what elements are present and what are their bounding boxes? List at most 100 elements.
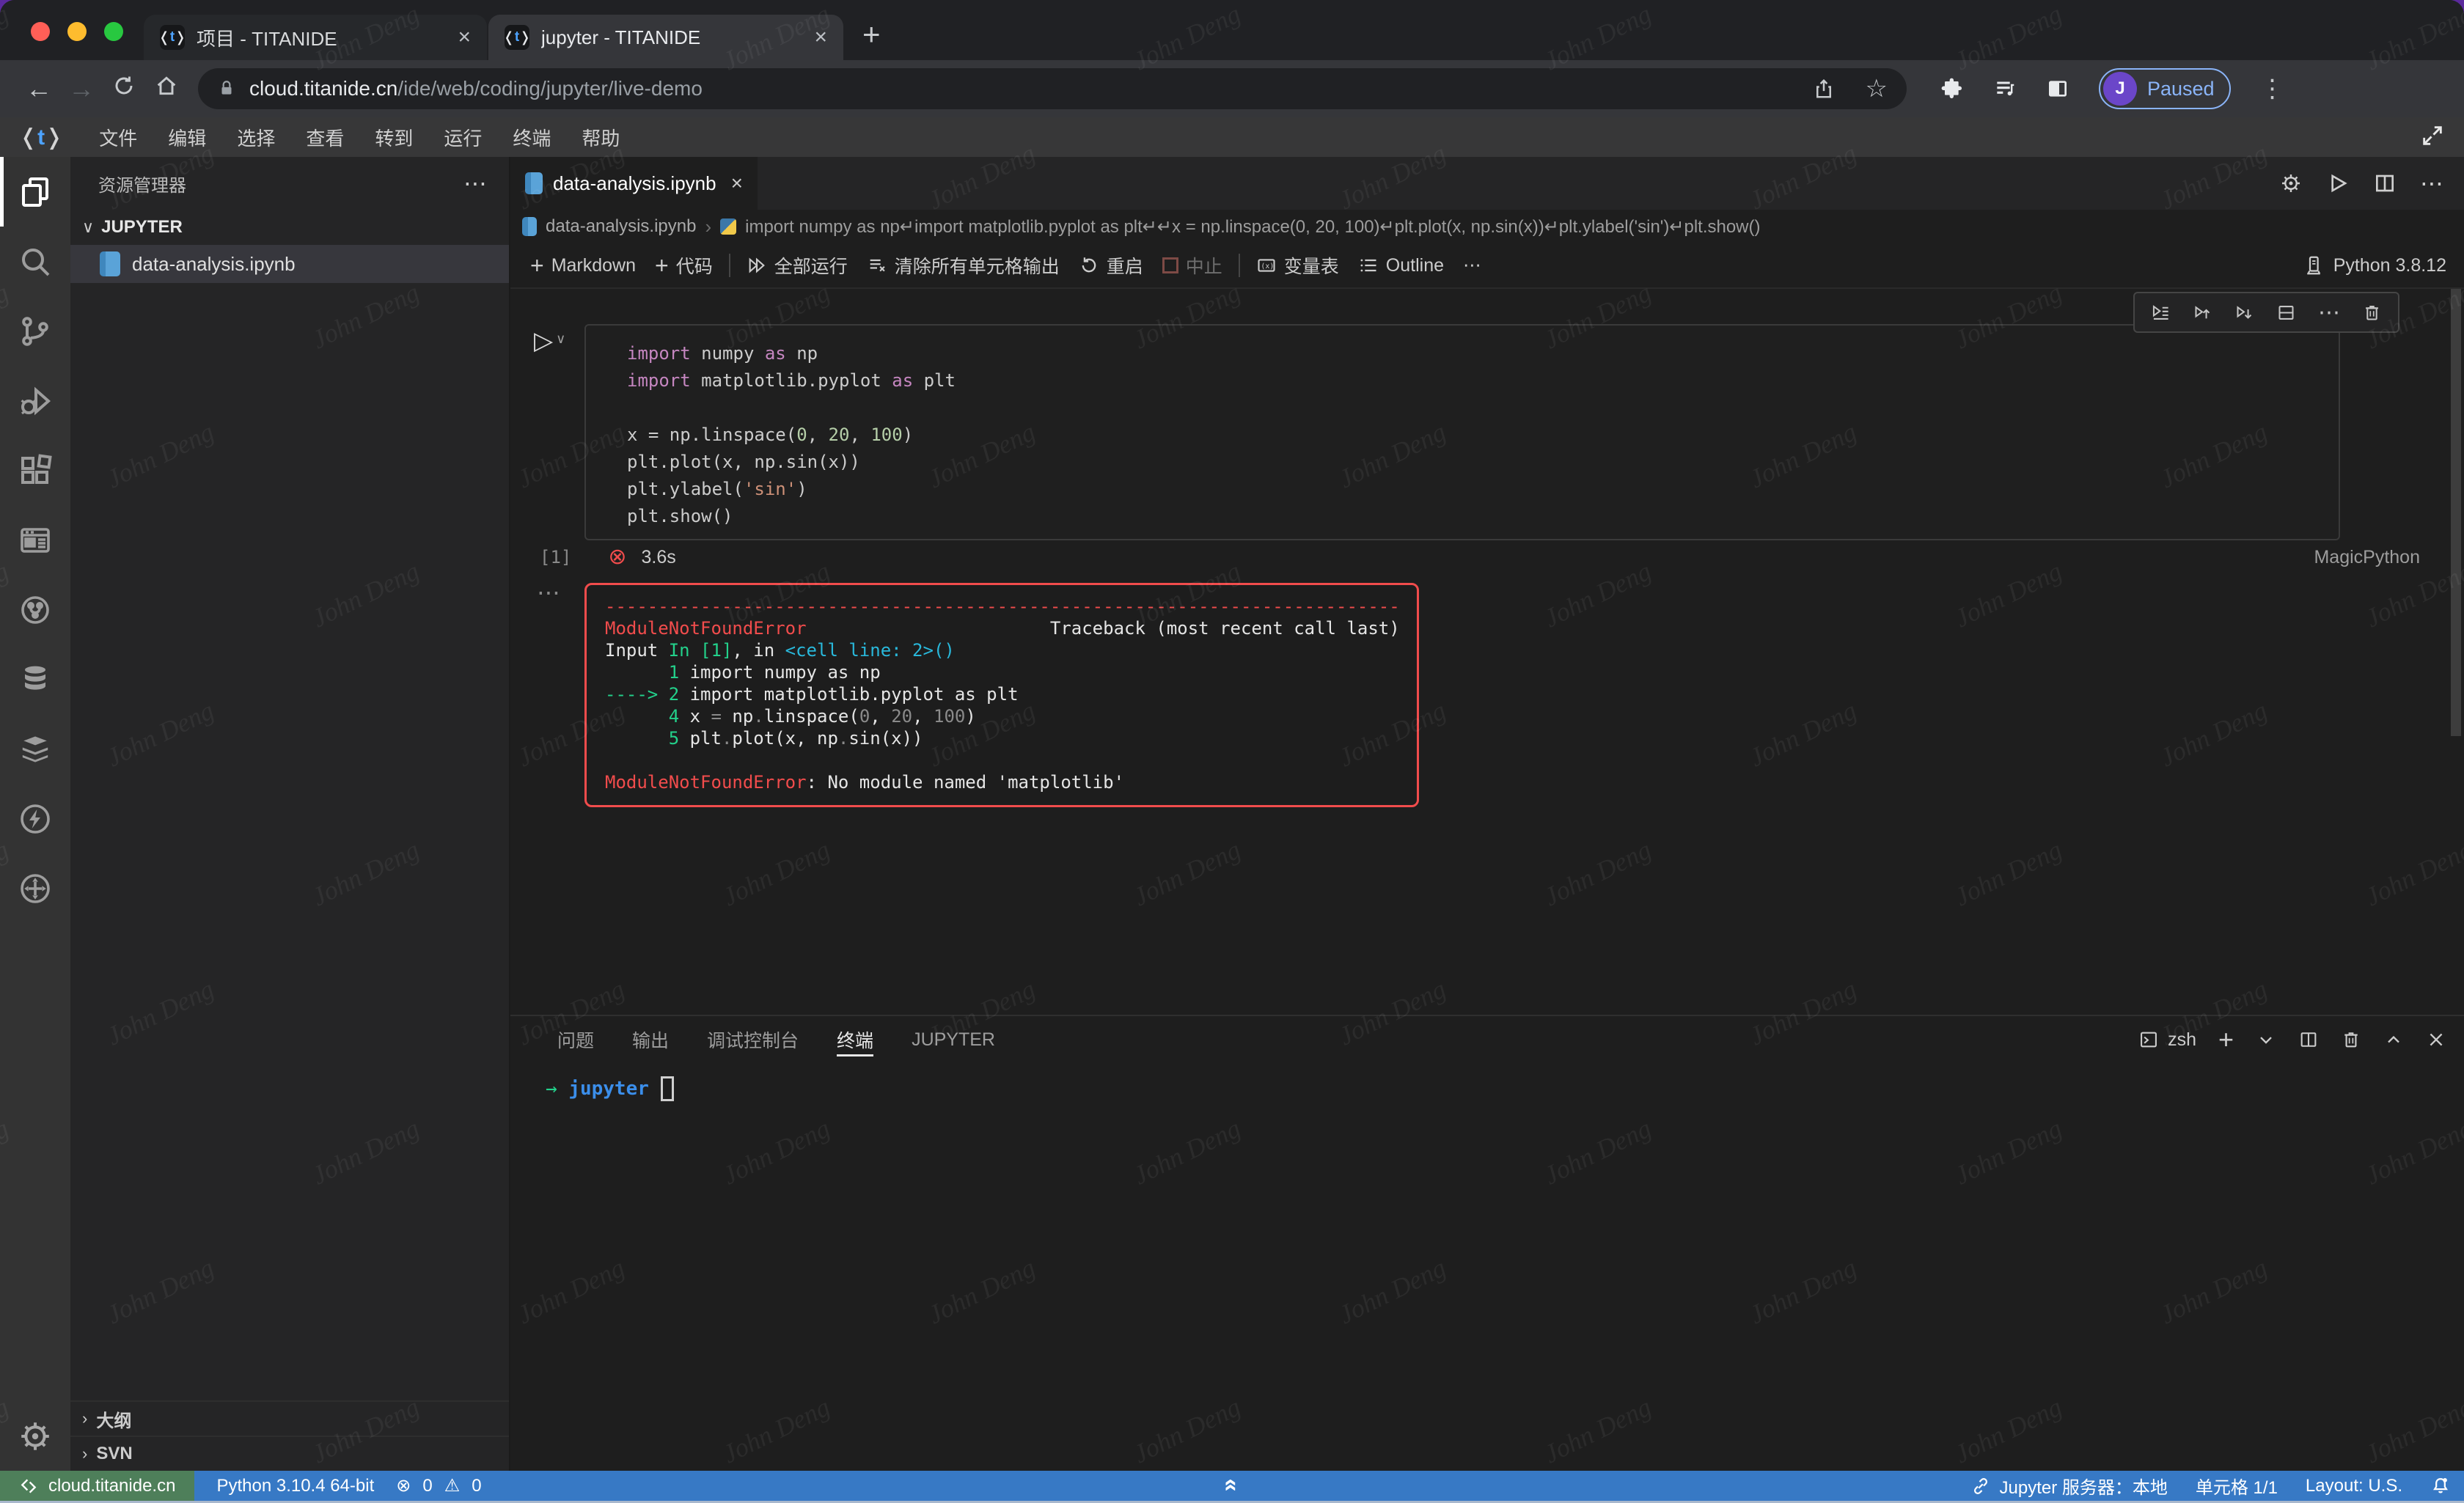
sidebar-section-jupyter[interactable]: ∨ JUPYTER: [70, 210, 509, 245]
close-panel-icon[interactable]: [2426, 1029, 2446, 1050]
manage-gear-icon[interactable]: [0, 1401, 70, 1471]
bookmark-star-icon[interactable]: ☆: [1866, 76, 1888, 101]
menu-view[interactable]: 查看: [290, 124, 359, 151]
close-window-button[interactable]: [31, 22, 50, 41]
browser-menu-icon[interactable]: ⋮: [2260, 74, 2285, 103]
reading-list-icon[interactable]: [1993, 77, 2017, 100]
sidebar-section-outline[interactable]: › 大纲: [70, 1400, 509, 1436]
terminal-shell-chip[interactable]: zsh: [2138, 1029, 2196, 1051]
maximize-panel-chevron-icon[interactable]: [2383, 1029, 2404, 1050]
browser-tab-project[interactable]: ❬t❭ 项目 - TITANIDE ×: [144, 15, 487, 60]
notebook-settings-gear-icon[interactable]: [2279, 172, 2303, 195]
back-icon[interactable]: ←: [18, 73, 60, 104]
interrupt-button[interactable]: 中止: [1153, 252, 1232, 279]
terminal-dropdown-chevron-icon[interactable]: [2256, 1029, 2276, 1050]
menu-terminal[interactable]: 终端: [497, 124, 566, 151]
close-tab-icon[interactable]: ×: [458, 25, 471, 50]
activitybar-git-graph-icon[interactable]: [0, 575, 70, 644]
traceback-line: [605, 749, 1417, 771]
breadcrumb-code-preview[interactable]: import numpy as np↵import matplotlib.pyp…: [745, 216, 1760, 238]
activitybar-explorer-icon[interactable]: [0, 157, 70, 227]
sidebar-section-svn[interactable]: › SVN: [70, 1436, 509, 1471]
activitybar-search-icon[interactable]: [0, 227, 70, 296]
menu-help[interactable]: 帮助: [566, 124, 635, 151]
close-editor-tab-icon[interactable]: ×: [731, 172, 743, 195]
token: .: [722, 728, 732, 749]
remote-indicator[interactable]: cloud.titanide.cn: [0, 1471, 194, 1501]
cell-indicator-item[interactable]: 单元格 1/1: [2196, 1473, 2278, 1499]
execute-cell-and-below-icon[interactable]: [2151, 303, 2171, 323]
address-bar[interactable]: cloud.titanide.cn/ide/web/coding/jupyter…: [198, 68, 1907, 109]
editor-tab-data-analysis[interactable]: data-analysis.ipynb ×: [510, 157, 758, 210]
menu-selection[interactable]: 选择: [221, 124, 290, 151]
problems-item[interactable]: ⊗0 ⚠0: [396, 1475, 485, 1496]
execute-below-icon[interactable]: [2234, 303, 2254, 323]
home-icon[interactable]: [145, 73, 188, 104]
side-panel-toggle-icon[interactable]: [2046, 77, 2069, 100]
sidebar-more-icon[interactable]: ⋯: [463, 169, 487, 197]
extensions-puzzle-icon[interactable]: [1940, 77, 1964, 100]
fold-double-chevron-up-icon[interactable]: «: [1219, 1479, 1246, 1492]
outline-button[interactable]: Outline: [1349, 255, 1453, 276]
add-markdown-button[interactable]: + Markdown: [521, 254, 645, 277]
reload-icon[interactable]: [103, 73, 145, 104]
breadcrumb-file[interactable]: data-analysis.ipynb: [546, 216, 696, 237]
close-tab-icon[interactable]: ×: [814, 25, 827, 50]
jupyter-server-item[interactable]: Jupyter 服务器：本地: [1970, 1473, 2168, 1499]
split-cell-icon[interactable]: [2276, 303, 2296, 323]
split-editor-icon[interactable]: [2373, 172, 2397, 195]
panel-tab-debug-console[interactable]: 调试控制台: [707, 1016, 799, 1063]
panel-tab-problems[interactable]: 问题: [557, 1016, 594, 1063]
run-all-play-icon[interactable]: [2326, 172, 2350, 195]
run-cell-button[interactable]: ▷ ∨: [534, 328, 584, 353]
kill-terminal-trash-icon[interactable]: [2341, 1029, 2361, 1050]
fullscreen-icon[interactable]: [2420, 123, 2445, 152]
clear-outputs-button[interactable]: 清除所有单元格输出: [857, 252, 1069, 279]
editor-scrollbar[interactable]: [2451, 289, 2461, 736]
activitybar-redis-icon[interactable]: [0, 714, 70, 784]
panel-tab-output[interactable]: 输出: [632, 1016, 669, 1063]
activitybar-source-control-icon[interactable]: [0, 296, 70, 366]
new-terminal-icon[interactable]: +: [2218, 1026, 2234, 1053]
forward-icon[interactable]: →: [60, 73, 103, 104]
notifications-bell-icon[interactable]: [2430, 1476, 2451, 1496]
cell-language-indicator[interactable]: MagicPython: [2314, 547, 2420, 568]
menu-run[interactable]: 运行: [428, 124, 497, 151]
layout-item[interactable]: Layout: U.S.: [2306, 1476, 2402, 1496]
activitybar-extensions-icon[interactable]: [0, 436, 70, 505]
minimize-window-button[interactable]: [67, 22, 87, 41]
token: 20: [891, 706, 912, 727]
panel-tab-terminal[interactable]: 终端: [837, 1016, 873, 1063]
menu-file[interactable]: 文件: [84, 124, 153, 151]
file-row-data-analysis[interactable]: data-analysis.ipynb: [70, 245, 509, 283]
profile-pill[interactable]: J Paused: [2099, 68, 2231, 109]
activitybar-power-icon[interactable]: [0, 784, 70, 853]
delete-cell-trash-icon[interactable]: [2362, 303, 2382, 323]
execute-above-icon[interactable]: [2193, 303, 2212, 323]
panel-tab-jupyter[interactable]: JUPYTER: [912, 1016, 995, 1063]
activitybar-ports-icon[interactable]: [0, 853, 70, 923]
browser-tab-jupyter[interactable]: ❬t❭ jupyter - TITANIDE ×: [488, 15, 843, 60]
new-tab-button[interactable]: +: [862, 19, 881, 50]
restart-button[interactable]: 重启: [1069, 252, 1153, 279]
share-icon[interactable]: [1813, 78, 1835, 100]
add-code-button[interactable]: + 代码: [645, 252, 722, 279]
menu-edit[interactable]: 编辑: [153, 124, 221, 151]
activitybar-run-debug-icon[interactable]: [0, 366, 70, 436]
python-interpreter-item[interactable]: Python 3.10.4 64-bit: [216, 1476, 374, 1496]
zoom-window-button[interactable]: [104, 22, 123, 41]
split-terminal-icon[interactable]: [2298, 1029, 2319, 1050]
activitybar-database-icon[interactable]: [0, 644, 70, 714]
editor-more-icon[interactable]: ⋯: [2420, 169, 2443, 197]
cell-more-icon[interactable]: ⋯: [2318, 300, 2340, 326]
button-label: 代码: [676, 252, 713, 279]
variables-button[interactable]: (x) 变量表: [1247, 252, 1349, 279]
cell-editor[interactable]: import numpy as npimport matplotlib.pypl…: [584, 324, 2340, 540]
terminal-body[interactable]: → jupyter: [510, 1063, 2464, 1101]
run-all-button[interactable]: 全部运行: [737, 252, 857, 279]
kernel-picker[interactable]: Python 3.8.12: [2303, 254, 2464, 276]
menu-go[interactable]: 转到: [359, 124, 428, 151]
output-more-icon[interactable]: ⋯: [537, 579, 560, 606]
activitybar-webview-icon[interactable]: [0, 505, 70, 575]
toolbar-more-button[interactable]: ⋯: [1453, 254, 1491, 276]
